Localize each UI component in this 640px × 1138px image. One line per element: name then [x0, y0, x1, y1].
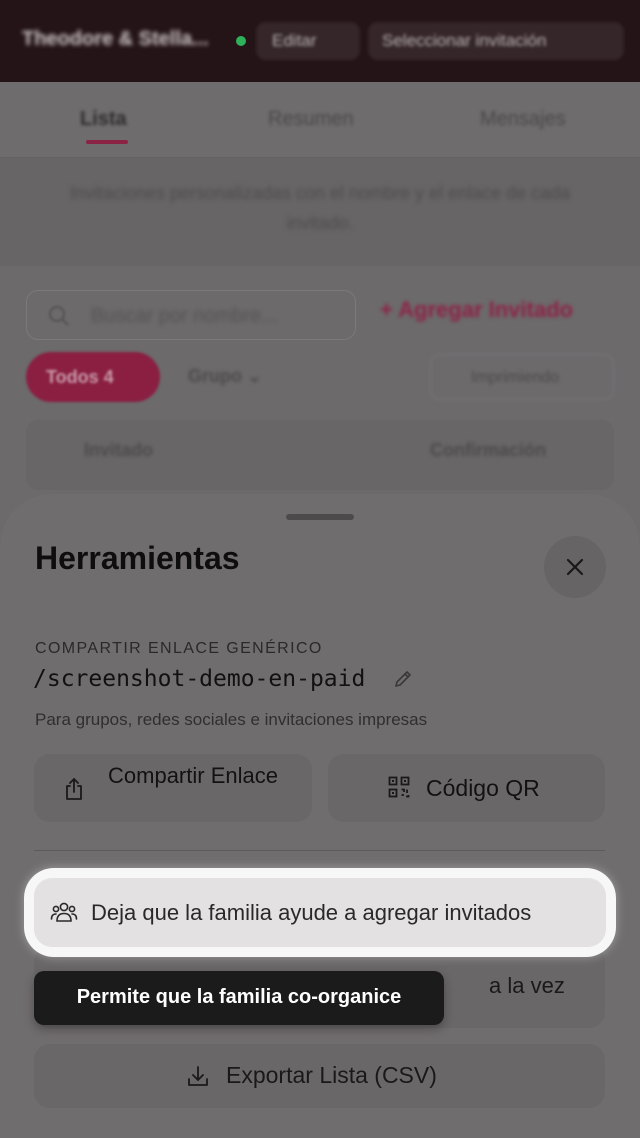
family-help-button[interactable]: Deja que la familia ayude a agregar invi…: [34, 878, 606, 947]
tools-bottom-sheet: Herramientas COMPARTIR ENLACE GENÉRICO /…: [0, 494, 640, 1138]
share-link-hint: Para grupos, redes sociales e invitacion…: [35, 710, 428, 729]
qr-code-icon: [388, 776, 410, 798]
sheet-grabber[interactable]: [286, 514, 354, 520]
edit-button[interactable]: Editar: [256, 22, 360, 60]
tab-bar: Lista Resumen Mensajes: [0, 82, 640, 158]
status-dot: [236, 36, 246, 46]
share-link-text: /screenshot-demo-en-paid: [33, 666, 366, 692]
chevron-down-icon: ⌄: [247, 366, 263, 386]
plus-icon: +: [380, 297, 399, 322]
group-filter-label: Grupo: [188, 366, 242, 386]
export-csv-button-label: Exportar Lista (CSV): [226, 1062, 437, 1088]
section-divider: [34, 850, 605, 851]
qr-code-button-label: Código QR: [426, 775, 540, 801]
select-invitation-button[interactable]: Seleccionar invitación: [368, 22, 624, 60]
filter-all-pill[interactable]: Todos 4: [26, 352, 160, 402]
sheet-title: Herramientas: [35, 540, 240, 576]
share-link-button-label: Compartir Enlace: [108, 763, 278, 788]
search-placeholder: Buscar por nombre...: [91, 305, 278, 327]
print-button[interactable]: Imprimiendo: [430, 354, 614, 400]
tab-messages[interactable]: Mensajes: [480, 108, 566, 131]
add-guest-button[interactable]: + Agregar Invitado: [380, 297, 573, 323]
top-bar: Theodore & Stella... Editar Seleccionar …: [0, 0, 640, 82]
export-csv-button[interactable]: Exportar Lista (CSV): [34, 1044, 605, 1108]
users-icon: [50, 902, 78, 922]
tab-list[interactable]: Lista: [80, 108, 127, 131]
family-help-button-label: Deja que la familia ayude a agregar invi…: [91, 900, 532, 925]
info-text: Invitaciones personalizadas con el nombr…: [69, 183, 571, 233]
tooltip-text: Permite que la familia co-organice: [76, 986, 402, 1008]
column-header-confirmation: Confirmación: [430, 440, 547, 460]
tooltip: Permite que la familia co-organice: [34, 971, 444, 1025]
search-icon: [49, 306, 69, 326]
bulk-add-button-label: a la vez: [489, 973, 565, 998]
search-input[interactable]: Buscar por nombre...: [26, 290, 356, 340]
pencil-icon[interactable]: [393, 669, 413, 689]
column-header-guest: Invitado: [84, 440, 154, 460]
add-guest-label: Agregar Invitado: [398, 297, 573, 322]
event-name: Theodore & Stella...: [22, 28, 209, 50]
share-link-label: COMPARTIR ENLACE GENÉRICO: [35, 640, 323, 657]
close-icon: [566, 558, 584, 576]
qr-code-button[interactable]: Código QR: [328, 754, 605, 822]
tab-summary[interactable]: Resumen: [268, 108, 354, 131]
active-tab-indicator: [86, 140, 128, 144]
share-icon: [66, 778, 82, 800]
download-icon: [188, 1066, 208, 1086]
share-link-button[interactable]: Compartir Enlace: [34, 754, 312, 822]
close-button[interactable]: [544, 536, 606, 598]
group-filter-dropdown[interactable]: Grupo ⌄: [188, 366, 262, 387]
